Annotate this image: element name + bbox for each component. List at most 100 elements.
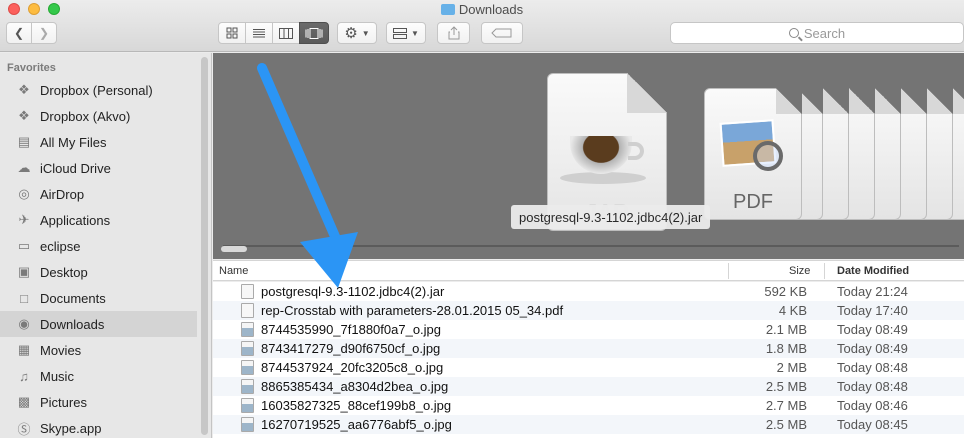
file-size: 2.7 MB xyxy=(765,398,807,413)
search-placeholder: Search xyxy=(803,25,846,41)
pdf-file-preview-front[interactable]: PDF xyxy=(704,88,802,220)
file-row[interactable]: 8744535990_7f1880f0a7_o.jpg 2.1 MB Today 0… xyxy=(213,320,964,339)
file-size: 2.5 MB xyxy=(765,379,807,394)
blue-arrow-annotation xyxy=(257,63,358,288)
movies-icon: ▦ xyxy=(17,342,31,357)
folder-icon: ▭ xyxy=(17,238,31,253)
column-view-button[interactable] xyxy=(272,22,300,44)
chevron-down-icon: ▼ xyxy=(361,28,370,38)
page-fold xyxy=(627,73,667,113)
cover-flow-view-button[interactable] xyxy=(299,22,329,44)
sidebar-item-label: Downloads xyxy=(40,316,105,332)
sidebar-item-eclipse[interactable]: ▭ eclipse xyxy=(0,233,197,259)
share-button[interactable] xyxy=(437,22,470,44)
img-file-icon xyxy=(241,341,254,356)
share-icon xyxy=(448,26,459,40)
file-name: 16270719525_aa6776abf5_o.jpg xyxy=(261,417,452,432)
sidebar-item-music[interactable]: ♫ Music xyxy=(0,363,197,389)
action-menu-button[interactable]: ⚙ ▼ xyxy=(337,22,377,44)
dropbox-icon: ❖ xyxy=(18,108,30,123)
file-row[interactable]: 16035827325_88cef199b8_o.jpg 2.7 MB Today … xyxy=(213,396,964,415)
column-divider[interactable] xyxy=(824,263,825,279)
sidebar-item-downloads[interactable]: ◉ Downloads xyxy=(0,311,197,337)
airdrop-icon: ◎ xyxy=(18,186,30,201)
sidebar-item-label: Music xyxy=(40,368,74,384)
column-divider[interactable] xyxy=(728,263,729,279)
cloud-icon: ☁ xyxy=(17,160,31,175)
sidebar-item-label: Dropbox (Personal) xyxy=(40,82,153,98)
list-view-icon xyxy=(253,28,265,37)
page-fold xyxy=(927,88,953,114)
cover-flow-icon xyxy=(305,27,323,39)
file-name: 8744535990_7f1880f0a7_o.jpg xyxy=(261,322,442,337)
size-column-header[interactable]: Size xyxy=(789,265,810,277)
all-files-icon: ▤ xyxy=(17,134,31,149)
sidebar-item-label: All My Files xyxy=(40,134,107,150)
sidebar-item-label: Documents xyxy=(40,290,106,306)
file-row[interactable]: 8744537924_20fc3205c8_o.jpg 2 MB Today 08:… xyxy=(213,358,964,377)
downloads-icon: ◉ xyxy=(18,316,30,331)
icon-view-icon xyxy=(226,27,238,39)
img-file-icon xyxy=(241,379,254,394)
music-icon: ♫ xyxy=(19,368,29,384)
file-name: 8865385434_a8304d2bea_o.jpg xyxy=(261,379,449,394)
file-row[interactable]: 8743417279_d90f6750cf_o.jpg 1.8 MB Today 0… xyxy=(213,339,964,358)
file-date-modified: Today 08:49 xyxy=(837,322,908,337)
desktop-icon: ▣ xyxy=(17,264,31,279)
file-date-modified: Today 21:24 xyxy=(837,284,908,299)
sidebar-item-applications[interactable]: ✈ Applications xyxy=(0,207,197,233)
search-field[interactable]: Search xyxy=(670,22,964,44)
page-fold xyxy=(875,88,901,114)
sidebar-item-dropbox-personal[interactable]: ❖ Dropbox (Personal) xyxy=(0,77,197,103)
img-file-icon xyxy=(241,322,254,337)
sidebar-item-icloud-drive[interactable]: ☁ iCloud Drive xyxy=(0,155,197,181)
favorites-heading: Favorites xyxy=(7,62,56,74)
sidebar-item-dropbox-akvo[interactable]: ❖ Dropbox (Akvo) xyxy=(0,103,197,129)
coffee-cup-icon xyxy=(570,136,632,174)
page-fold xyxy=(776,88,802,114)
back-button[interactable]: ❮ xyxy=(6,22,32,44)
pdf-file-icon xyxy=(241,303,254,318)
file-row[interactable]: 8865385434_a8304d2bea_o.jpg 2.5 MB Today 0… xyxy=(213,377,964,396)
documents-icon: □ xyxy=(20,290,28,306)
icon-view-button[interactable] xyxy=(218,22,246,44)
sidebar-item-label: Dropbox (Akvo) xyxy=(40,108,131,124)
file-date-modified: Today 08:48 xyxy=(837,379,908,394)
file-list: postgresql-9.3-1102.jdbc4(2).jar 592 KB To… xyxy=(213,282,964,438)
sidebar-item-label: Skype.app xyxy=(40,420,102,436)
file-date-modified: Today 08:49 xyxy=(837,341,908,356)
file-size: 4 KB xyxy=(778,303,807,318)
tags-button[interactable] xyxy=(481,22,523,44)
column-view-icon xyxy=(279,27,293,39)
sidebar-item-label: AirDrop xyxy=(40,186,85,202)
tag-icon xyxy=(491,28,512,38)
file-row[interactable]: rep-Crosstab with parameters-28.01.2015 … xyxy=(213,301,964,320)
title-bar: Downloads ❮ ❯ ⚙ ▼ ▼ Search xyxy=(0,0,964,52)
window-title-text: Downloads xyxy=(458,2,524,17)
sidebar-item-label: eclipse xyxy=(40,238,81,254)
file-size: 2.1 MB xyxy=(765,322,807,337)
file-row[interactable]: 16270719525_aa6776abf5_o.jpg 2.5 MB Today … xyxy=(213,415,964,434)
file-size: 2 MB xyxy=(776,360,807,375)
cup-handle-icon xyxy=(628,142,644,160)
sidebar-item-movies[interactable]: ▦ Movies xyxy=(0,337,197,363)
magnifier-icon xyxy=(753,141,783,171)
sidebar-item-label: iCloud Drive xyxy=(40,160,111,176)
sidebar-item-pictures[interactable]: ▩ Pictures xyxy=(0,389,197,415)
sidebar-item-documents[interactable]: □ Documents xyxy=(0,285,197,311)
forward-button[interactable]: ❯ xyxy=(31,22,57,44)
sidebar-item-skype-app[interactable]: Ⓢ Skype.app xyxy=(0,415,197,438)
img-file-icon xyxy=(241,417,254,432)
list-view-button[interactable] xyxy=(245,22,273,44)
sidebar-scrollbar[interactable] xyxy=(201,57,208,435)
sidebar-item-airdrop[interactable]: ◎ AirDrop xyxy=(0,181,197,207)
chevron-right-icon: ❯ xyxy=(38,26,50,40)
search-icon xyxy=(788,28,799,38)
date-modified-column-header[interactable]: Date Modified xyxy=(837,265,909,277)
file-date-modified: Today 08:45 xyxy=(837,417,908,432)
arrange-menu-button[interactable]: ▼ xyxy=(386,22,426,44)
sidebar-item-desktop[interactable]: ▣ Desktop xyxy=(0,259,197,285)
sidebar-item-label: Desktop xyxy=(40,264,88,280)
file-size: 2.5 MB xyxy=(765,417,807,432)
sidebar-item-all-my-files[interactable]: ▤ All My Files xyxy=(0,129,197,155)
